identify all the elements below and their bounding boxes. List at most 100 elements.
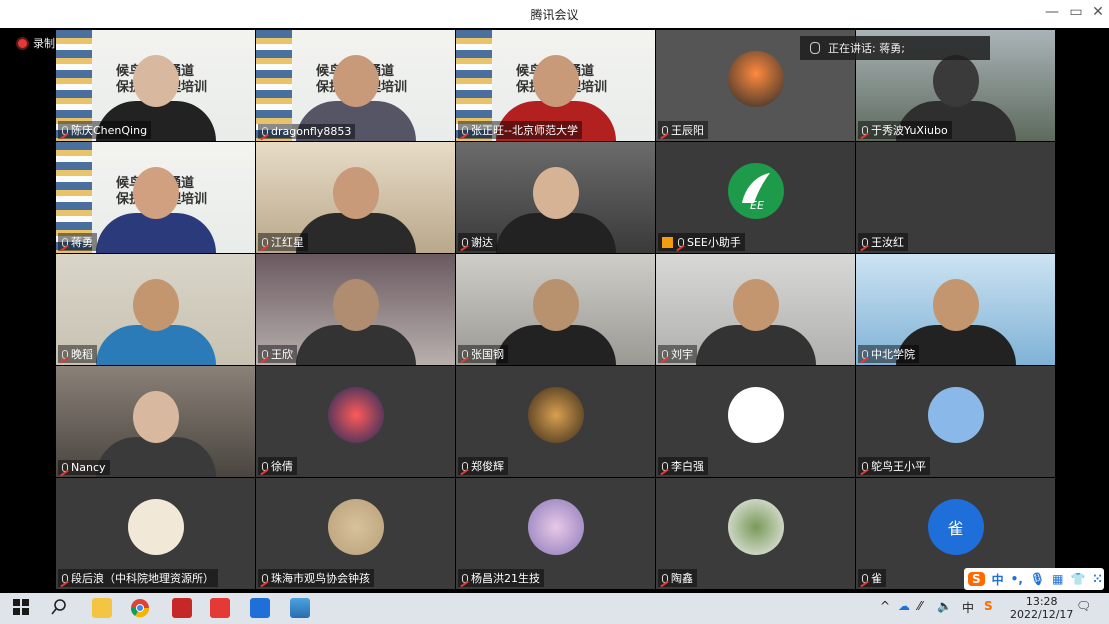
mic-muted-icon xyxy=(62,349,68,359)
participant-tile[interactable]: 晚稻 xyxy=(56,254,255,365)
participant-tile[interactable]: Nancy xyxy=(56,366,255,477)
voice-icon[interactable]: 🎙 xyxy=(1030,572,1045,586)
participant-tile[interactable]: 候鸟迁飞通道保护与管理培训张正旺--北京师范大学 xyxy=(456,30,655,141)
tools-icon[interactable]: ⁙ xyxy=(1092,572,1102,586)
mic-muted-icon xyxy=(662,573,668,583)
participant-tile[interactable]: 江红星 xyxy=(256,142,455,253)
participant-tile[interactable]: 王欣 xyxy=(256,254,455,365)
participant-video xyxy=(95,167,216,253)
participant-tile[interactable]: 郑俊辉 xyxy=(456,366,655,477)
participant-tile[interactable]: 鸵鸟王小平 xyxy=(856,366,1055,477)
participant-tile[interactable]: 徐倩 xyxy=(256,366,455,477)
avatar xyxy=(327,386,384,443)
participant-name-tag: 王欣 xyxy=(258,345,297,363)
skin-icon[interactable]: 👕 xyxy=(1070,572,1085,586)
record-icon xyxy=(18,38,27,48)
avatar xyxy=(727,386,784,443)
windows-start-icon[interactable] xyxy=(12,598,32,618)
participant-tile[interactable]: 候鸟迁飞通道保护与管理培训蒋勇 xyxy=(56,142,255,253)
participant-name-tag: 陶鑫 xyxy=(658,569,697,587)
participant-tile[interactable]: 陶鑫 xyxy=(656,478,855,589)
mic-muted-icon xyxy=(462,573,468,583)
app-red-icon[interactable] xyxy=(172,598,192,618)
restore-button[interactable]: ▭ xyxy=(1064,4,1088,20)
torso xyxy=(295,213,416,253)
mic-muted-icon xyxy=(662,125,668,135)
participant-name-tag: 郑俊辉 xyxy=(458,457,508,475)
svg-text:EE: EE xyxy=(750,199,764,212)
participant-tile[interactable]: 谢达 xyxy=(456,142,655,253)
participant-name-tag: SEE小助手 xyxy=(658,233,745,251)
face xyxy=(332,167,379,219)
avatar: EE xyxy=(727,162,784,219)
network-icon[interactable]: ⁄⁄ xyxy=(918,599,922,613)
mic-muted-icon xyxy=(62,125,68,135)
participant-name: 谢达 xyxy=(471,236,493,249)
participant-video xyxy=(495,167,616,253)
avatar xyxy=(527,498,584,555)
mic-muted-icon xyxy=(462,349,468,359)
face xyxy=(532,167,579,219)
participant-tile[interactable]: 候鸟迁飞通道保护与管理培训陈庆ChenQing xyxy=(56,30,255,141)
participant-tile[interactable]: 段后浪（中科院地理资源所） xyxy=(56,478,255,589)
mic-muted-icon xyxy=(662,461,668,471)
face xyxy=(132,279,179,331)
close-button[interactable]: ✕ xyxy=(1086,4,1109,20)
participant-grid: 候鸟迁飞通道保护与管理培训陈庆ChenQing候鸟迁飞通道保护与管理培训drag… xyxy=(56,30,1056,590)
chrome-icon[interactable] xyxy=(130,598,150,618)
participant-name-tag: 杨昌洪21生技 xyxy=(458,569,544,587)
participant-video xyxy=(295,167,416,253)
face xyxy=(132,55,179,107)
mic-muted-icon xyxy=(262,461,268,471)
cloud-icon[interactable]: ☁ xyxy=(898,599,910,613)
participant-tile[interactable]: 张国钢 xyxy=(456,254,655,365)
participant-name: 江红星 xyxy=(271,236,304,249)
participant-name: 王辰阳 xyxy=(671,124,704,137)
search-icon[interactable] xyxy=(50,598,70,618)
torso xyxy=(295,325,416,365)
mic-muted-icon xyxy=(462,461,468,471)
participant-tile[interactable]: 李白强 xyxy=(656,366,855,477)
punctuation-icon[interactable]: •, xyxy=(1011,572,1023,586)
participant-tile[interactable]: 杨昌洪21生技 xyxy=(456,478,655,589)
file-explorer-icon[interactable] xyxy=(92,598,112,618)
keyboard-icon[interactable]: ▦ xyxy=(1052,572,1063,586)
ime-lang-label[interactable]: 中 xyxy=(992,571,1004,588)
ime-toolbar[interactable]: S 中 •, 🎙 ▦ 👕 ⁙ xyxy=(964,568,1104,590)
taskbar-clock[interactable]: 13:28 2022/12/17 xyxy=(1010,595,1073,621)
participant-name-tag: 珠海市观鸟协会钟孩 xyxy=(258,569,374,587)
participant-name-tag: 王汝红 xyxy=(858,233,908,251)
photos-icon[interactable] xyxy=(290,598,310,618)
participant-name: 徐倩 xyxy=(271,460,293,473)
torso xyxy=(95,437,216,477)
participant-tile[interactable]: 候鸟迁飞通道保护与管理培训dragonfly8853 xyxy=(256,30,455,141)
mic-muted-icon xyxy=(462,237,468,247)
participant-tile[interactable]: 中北学院 xyxy=(856,254,1055,365)
participant-video xyxy=(295,279,416,365)
face xyxy=(532,55,579,107)
clock-time: 13:28 xyxy=(1025,595,1058,608)
participant-tile[interactable]: 刘宇 xyxy=(656,254,855,365)
face xyxy=(932,279,979,331)
volume-icon[interactable]: 🔈 xyxy=(937,599,952,613)
minimize-button[interactable]: — xyxy=(1040,4,1064,20)
notification-icon[interactable]: 🗨 xyxy=(1076,599,1091,613)
participant-tile[interactable]: 王汝红 xyxy=(856,142,1055,253)
tencent-meeting-icon[interactable] xyxy=(250,598,270,618)
sogou-tray-icon[interactable]: S xyxy=(984,599,993,613)
tray-chevron-icon[interactable]: ^ xyxy=(880,599,890,613)
participant-name: 中北学院 xyxy=(871,348,915,361)
app-red-2-icon[interactable] xyxy=(210,598,230,618)
participant-tile[interactable]: EE SEE小助手 xyxy=(656,142,855,253)
avatar: 雀 xyxy=(927,498,984,555)
face xyxy=(132,391,179,443)
tray-ime-label[interactable]: 中 xyxy=(962,599,974,616)
mic-muted-icon xyxy=(262,237,268,247)
participant-tile[interactable]: 珠海市观鸟协会钟孩 xyxy=(256,478,455,589)
mic-muted-icon xyxy=(262,573,268,583)
participant-video xyxy=(495,279,616,365)
face xyxy=(332,279,379,331)
avatar xyxy=(527,386,584,443)
avatar xyxy=(927,386,984,443)
participant-name: 王欣 xyxy=(271,348,293,361)
